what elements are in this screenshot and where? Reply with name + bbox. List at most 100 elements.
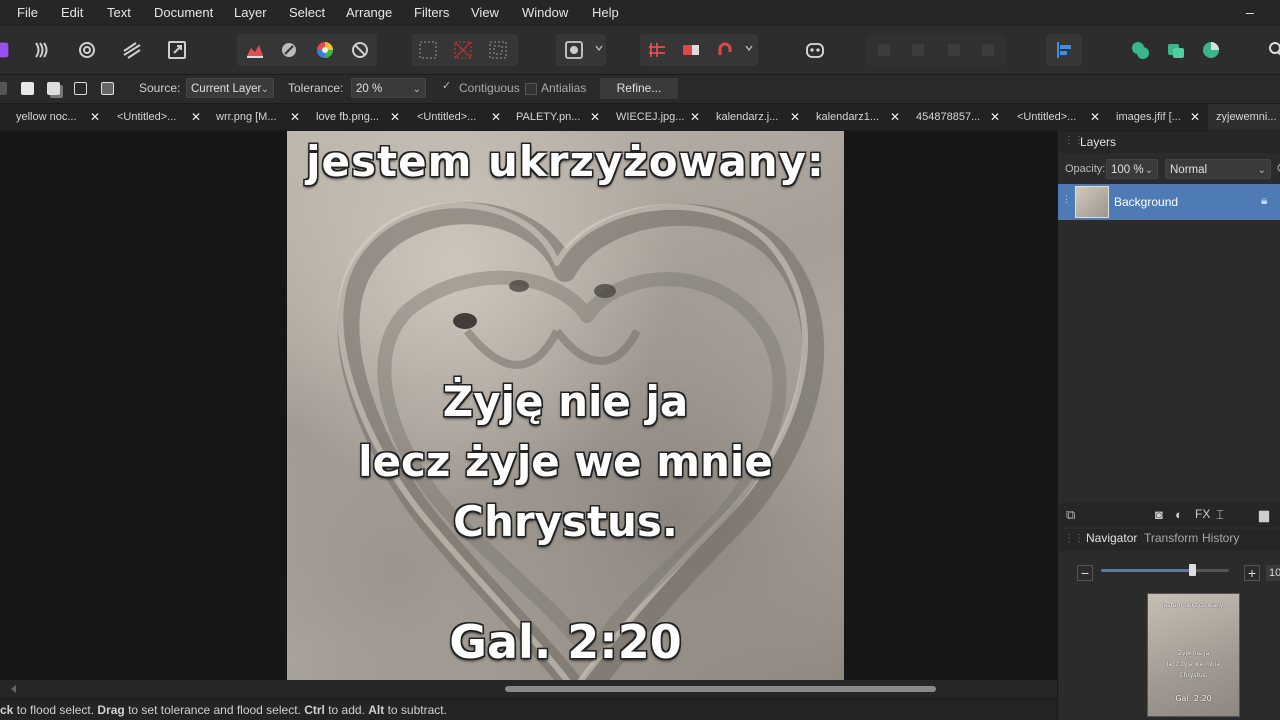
grip-icon[interactable]: ⋮⋮ [1064, 533, 1084, 544]
magnet-icon[interactable] [711, 36, 739, 64]
tab-label: kalendarz1... [816, 111, 879, 123]
tab-document[interactable]: <Untitled>... ✕ [1017, 104, 1117, 130]
assistant-icon[interactable] [346, 36, 374, 64]
invert-selection-icon[interactable] [484, 36, 512, 64]
tab-label: PALETY.pn... [516, 111, 581, 123]
opacity-field[interactable]: 100 % ⌄ [1106, 159, 1158, 179]
scroll-left-icon[interactable] [10, 685, 18, 693]
scrollbar-thumb[interactable] [505, 686, 936, 692]
close-icon[interactable]: ✕ [990, 104, 1000, 130]
tab-document[interactable]: WIECEJ.jpg... ✕ [616, 104, 716, 130]
tolerance-field[interactable]: 20 % ⌄ [351, 78, 426, 98]
align-left-icon[interactable] [1050, 36, 1078, 64]
boolean-subtract-icon[interactable] [1162, 36, 1190, 64]
tab-document[interactable]: love fb.png... ✕ [316, 104, 416, 130]
mask-icon[interactable]: ◙ [1155, 507, 1163, 522]
close-icon[interactable]: ✕ [290, 104, 300, 130]
tab-history[interactable]: History [1202, 531, 1239, 545]
tab-document[interactable]: wrr.png [M... ✕ [216, 104, 316, 130]
gear-icon[interactable]: ⚙ [1276, 161, 1280, 175]
pixel-layer-icon[interactable]: ⌶ [1216, 507, 1224, 523]
chevron-down-icon[interactable] [745, 44, 753, 52]
blend-mode-select[interactable]: Normal ⌄ [1165, 159, 1271, 179]
move-front-icon[interactable] [974, 36, 1002, 64]
zoom-value-field[interactable]: 10 [1266, 565, 1280, 581]
zoom-in-button[interactable]: + [1244, 565, 1260, 581]
brush-icon[interactable] [275, 36, 303, 64]
minimize-button[interactable]: – [1246, 4, 1254, 20]
close-icon[interactable]: ✕ [491, 104, 501, 130]
folder-icon[interactable]: ▆ [1259, 507, 1269, 523]
layers-stack-icon[interactable]: ⧉ [1066, 507, 1075, 523]
tab-transform[interactable]: Transform [1144, 531, 1198, 545]
menu-layer[interactable]: Layer [234, 5, 267, 20]
close-icon[interactable]: ✕ [890, 104, 900, 130]
assistant-robot-icon[interactable] [801, 36, 829, 64]
menu-file[interactable]: File [17, 5, 38, 20]
select-all-icon[interactable] [414, 36, 442, 64]
menu-document[interactable]: Document [154, 5, 213, 20]
tab-document[interactable]: 454878857... ✕ [916, 104, 1016, 130]
tab-document[interactable]: <Untitled>... ✕ [417, 104, 517, 130]
menu-help[interactable]: Help [592, 5, 619, 20]
selection-mode-subtract[interactable] [47, 82, 60, 95]
tab-document[interactable]: kalendarz1... ✕ [816, 104, 916, 130]
lock-icon[interactable]: 🔒︎ [1261, 193, 1267, 208]
menu-edit[interactable]: Edit [61, 5, 83, 20]
zoom-slider-handle[interactable] [1189, 564, 1196, 576]
persona-liquify-icon[interactable] [28, 36, 56, 64]
tab-document-active[interactable]: zyjewemni... [1208, 104, 1280, 130]
antialias-checkbox[interactable] [525, 83, 537, 95]
quick-mask-icon[interactable] [560, 36, 588, 64]
close-icon[interactable]: ✕ [790, 104, 800, 130]
menu-text[interactable]: Text [107, 5, 131, 20]
contiguous-checkbox[interactable]: ✓ [442, 79, 452, 92]
tab-document[interactable]: images.jfif [... ✕ [1116, 104, 1206, 130]
document-image[interactable]: jestem ukrzyżowany: Żyję nie ja lecz żyj… [287, 131, 844, 680]
search-icon[interactable] [1262, 36, 1280, 64]
menu-select[interactable]: Select [289, 5, 325, 20]
mirror-icon[interactable] [677, 36, 705, 64]
move-backward-icon[interactable] [904, 36, 932, 64]
boolean-add-icon[interactable] [1126, 36, 1154, 64]
deselect-icon[interactable] [449, 36, 477, 64]
selection-mode-intersect[interactable] [74, 82, 87, 95]
adjustment-icon[interactable]: ◐ [1175, 507, 1183, 522]
tab-document[interactable]: kalendarz.j... ✕ [716, 104, 816, 130]
zoom-out-button[interactable]: − [1077, 565, 1093, 581]
source-select[interactable]: Current Layer ⌄ [186, 78, 274, 98]
chevron-down-icon[interactable] [595, 44, 603, 52]
tab-navigator[interactable]: Navigator [1086, 531, 1137, 545]
snapping-icon[interactable] [643, 36, 671, 64]
close-icon[interactable]: ✕ [690, 104, 700, 130]
navigator-thumbnail[interactable]: jestem ukrzyżowany: Żyję nie ja lecz żyj… [1147, 593, 1240, 717]
tab-layers[interactable]: Layers [1080, 135, 1116, 149]
close-icon[interactable]: ✕ [390, 104, 400, 130]
menu-window[interactable]: Window [522, 5, 568, 20]
close-icon[interactable]: ✕ [90, 104, 100, 130]
close-icon[interactable]: ✕ [1190, 104, 1200, 130]
close-icon[interactable]: ✕ [191, 104, 201, 130]
close-icon[interactable]: ✕ [590, 104, 600, 130]
tab-document[interactable]: <Untitled>... ✕ [117, 104, 217, 130]
persona-develop-icon[interactable] [73, 36, 101, 64]
menu-view[interactable]: View [471, 5, 499, 20]
move-back-icon[interactable] [870, 36, 898, 64]
levels-icon[interactable] [241, 36, 269, 64]
persona-tonemap-icon[interactable] [118, 36, 146, 64]
menu-filters[interactable]: Filters [414, 5, 449, 20]
refine-button[interactable]: Refine... [600, 78, 678, 99]
selection-mode-xor[interactable] [101, 82, 114, 95]
tab-document[interactable]: PALETY.pn... ✕ [516, 104, 616, 130]
persona-photo-icon[interactable] [0, 36, 10, 64]
fx-icon[interactable]: FX [1195, 507, 1210, 521]
boolean-intersect-icon[interactable] [1197, 36, 1225, 64]
selection-mode-add[interactable] [21, 82, 34, 95]
color-wheel-icon[interactable] [311, 36, 339, 64]
menu-arrange[interactable]: Arrange [346, 5, 392, 20]
persona-export-icon[interactable] [163, 36, 191, 64]
selection-mode-new[interactable] [0, 82, 7, 95]
tab-document[interactable]: yellow noc... ✕ [16, 104, 116, 130]
move-forward-icon[interactable] [940, 36, 968, 64]
close-icon[interactable]: ✕ [1090, 104, 1100, 130]
